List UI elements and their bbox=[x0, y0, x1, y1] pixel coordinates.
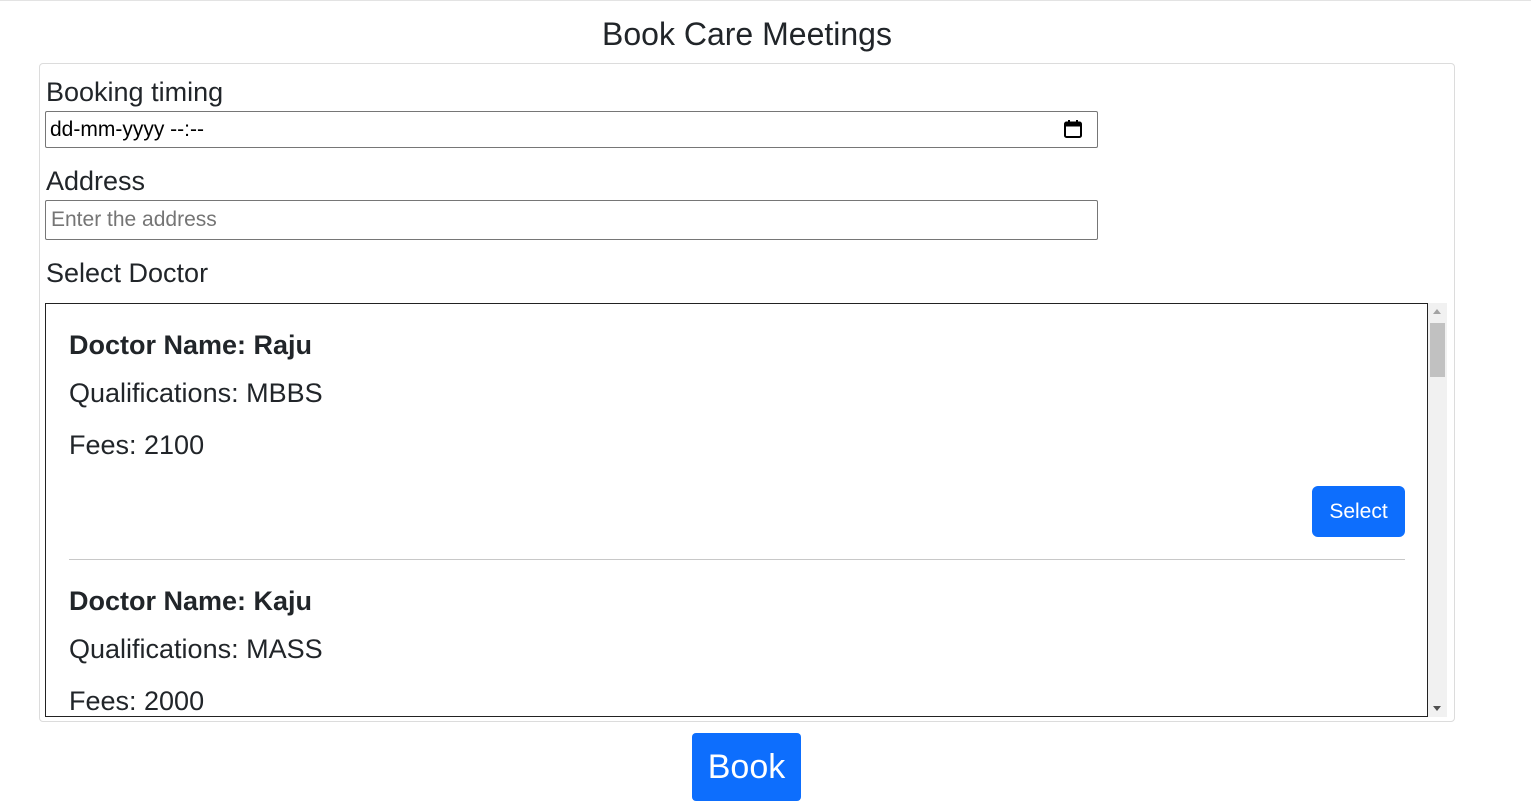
doctor-qualifications: Qualifications: MASS bbox=[69, 634, 323, 664]
top-divider bbox=[0, 0, 1531, 2]
calendar-icon[interactable] bbox=[1063, 119, 1083, 139]
page-title: Book Care Meetings bbox=[602, 16, 892, 52]
doctor-name: Doctor Name: Kaju bbox=[69, 586, 313, 616]
doctor-fees: Fees: 2100 bbox=[69, 430, 205, 460]
scroll-down-arrow-icon[interactable] bbox=[1433, 706, 1441, 711]
booking-timing-label: Booking timing bbox=[46, 77, 224, 107]
select-doctor-button[interactable]: Select bbox=[1312, 486, 1405, 537]
doctor-divider bbox=[69, 559, 1405, 560]
doctor-list-scrollbar[interactable] bbox=[1428, 303, 1447, 717]
scroll-up-arrow-icon[interactable] bbox=[1433, 309, 1441, 314]
address-input[interactable] bbox=[45, 200, 1098, 240]
doctor-name: Doctor Name: Raju bbox=[69, 330, 313, 360]
book-button[interactable]: Book bbox=[692, 733, 801, 801]
booking-timing-value: dd-mm-yyyy --:-- bbox=[50, 118, 204, 141]
scrollbar-thumb[interactable] bbox=[1430, 323, 1445, 377]
doctor-fees: Fees: 2000 bbox=[69, 686, 205, 716]
select-doctor-label: Select Doctor bbox=[46, 258, 209, 288]
booking-timing-input[interactable]: dd-mm-yyyy --:-- bbox=[45, 111, 1098, 148]
doctor-qualifications: Qualifications: MBBS bbox=[69, 378, 323, 408]
address-label: Address bbox=[46, 166, 146, 196]
booking-form-card: Booking timing dd-mm-yyyy --:-- Address … bbox=[39, 63, 1455, 722]
doctor-list[interactable]: Doctor Name: Raju Qualifications: MBBS F… bbox=[45, 303, 1428, 717]
